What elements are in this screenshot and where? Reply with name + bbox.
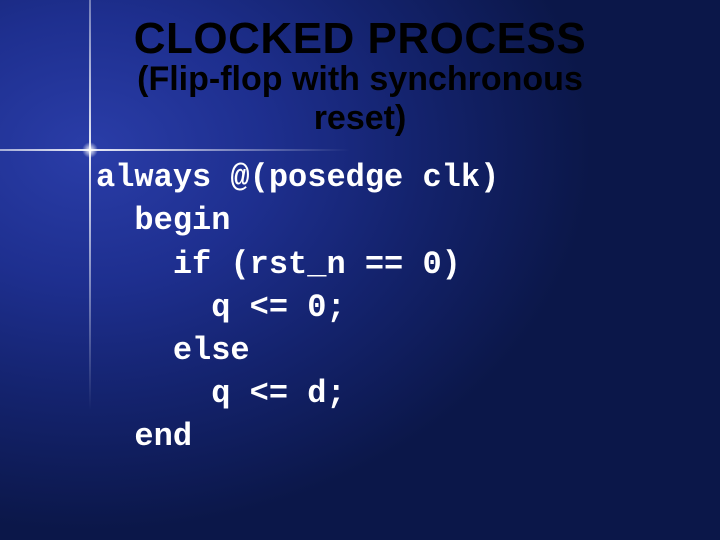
code-line: q <= d; <box>96 375 346 412</box>
subtitle-line-2: reset) <box>314 99 407 137</box>
code-line: q <= 0; <box>96 289 346 326</box>
slide: CLOCKED PROCESS (Flip-flop with synchron… <box>0 0 720 540</box>
slide-subtitle: (Flip-flop with synchronous reset) <box>40 60 680 138</box>
slide-title: CLOCKED PROCESS <box>40 14 680 64</box>
code-line: always @(posedge clk) <box>96 159 499 196</box>
code-line: if (rst_n == 0) <box>96 246 461 283</box>
subtitle-line-1: (Flip-flop with synchronous <box>137 60 583 98</box>
code-line: begin <box>96 202 230 239</box>
code-block: always @(posedge clk) begin if (rst_n ==… <box>96 156 680 458</box>
code-line: else <box>96 332 250 369</box>
code-line: end <box>96 418 192 455</box>
